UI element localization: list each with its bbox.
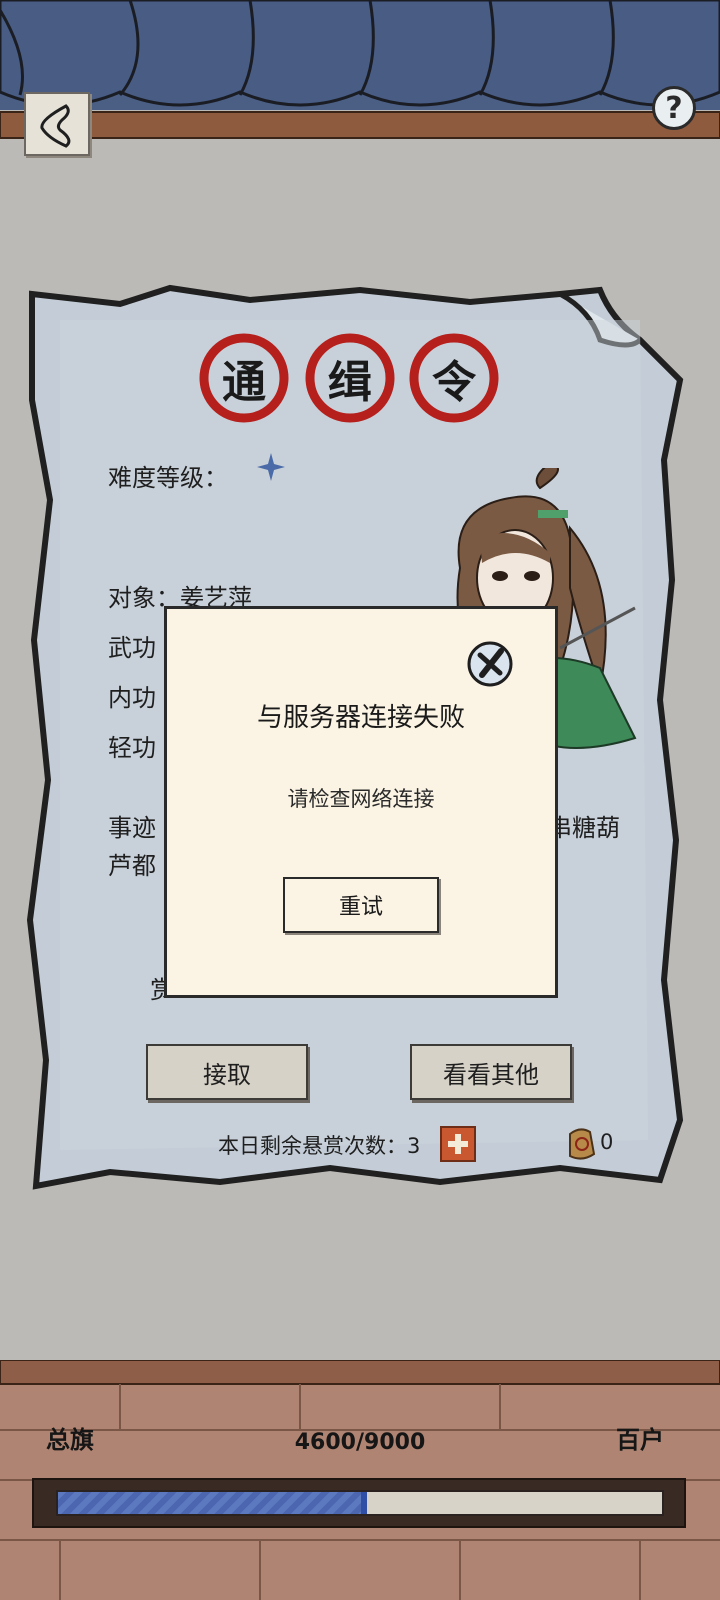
connection-error-dialog: 与服务器连接失败 请检查网络连接 重试 (164, 606, 558, 998)
close-x-icon (467, 641, 513, 687)
retry-button[interactable]: 重试 (283, 877, 439, 933)
retry-label: 重试 (338, 895, 383, 920)
dialog-title: 与服务器连接失败 (256, 703, 465, 733)
close-button[interactable] (465, 639, 515, 689)
dialog-message: 请检查网络连接 (287, 787, 435, 811)
